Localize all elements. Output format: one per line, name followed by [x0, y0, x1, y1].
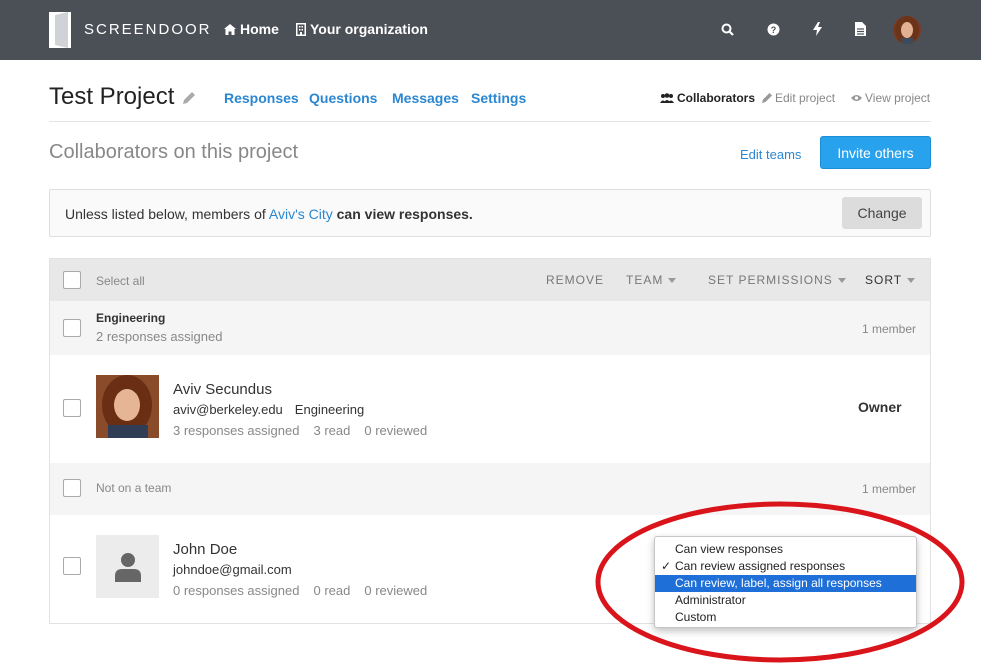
team-member-count: 1 member — [861, 322, 916, 336]
member-assigned: 3 responses assigned — [173, 423, 300, 438]
tab-settings[interactable]: Settings — [471, 90, 526, 106]
member-checkbox[interactable] — [63, 399, 81, 417]
default-avatar — [96, 535, 159, 598]
team-member-count: 1 member — [861, 482, 916, 496]
nav-home-link[interactable]: Home — [224, 21, 279, 37]
team-name: Engineering — [96, 311, 166, 325]
member-stats: 3 responses assigned 3 read 0 reviewed — [173, 423, 427, 438]
help-icon[interactable]: ? — [765, 20, 781, 38]
edit-title-pencil-icon[interactable] — [183, 92, 195, 104]
nav-organization-link[interactable]: Your organization — [296, 21, 428, 37]
change-button[interactable]: Change — [842, 197, 922, 229]
team-group-none: Not on a team 1 member — [50, 463, 930, 515]
edit-teams-link[interactable]: Edit teams — [740, 147, 801, 162]
chevron-down-icon — [907, 277, 916, 283]
remove-button[interactable]: REMOVE — [546, 273, 604, 287]
select-all-label[interactable]: Select all — [96, 274, 145, 288]
permissions-dropdown-menu: Can view responses ✓ Can review assigned … — [654, 536, 917, 628]
member-read: 3 read — [313, 423, 351, 438]
member-name: Aviv Secundus — [173, 381, 272, 398]
svg-text:?: ? — [770, 25, 776, 35]
member-stats: 0 responses assigned 0 read 0 reviewed — [173, 583, 427, 598]
edit-project-link[interactable]: Edit project — [762, 91, 835, 105]
member-email: johndoe@gmail.com — [173, 562, 292, 577]
member-reviewed: 0 reviewed — [364, 423, 428, 438]
home-icon — [224, 23, 236, 35]
project-title: Test Project — [49, 83, 175, 110]
header-divider — [49, 121, 931, 122]
screendoor-logo-icon[interactable] — [49, 12, 71, 48]
member-email: aviv@berkeley.edu — [173, 402, 283, 417]
remove-label: REMOVE — [546, 273, 605, 287]
tab-responses[interactable]: Responses — [224, 90, 299, 106]
tab-messages[interactable]: Messages — [392, 90, 459, 106]
team-group-engineering: Engineering 2 responses assigned 1 membe… — [50, 301, 930, 355]
default-permissions-notice: Unless listed below, members of Aviv's C… — [49, 189, 931, 237]
view-project-link[interactable]: View project — [851, 91, 930, 105]
collaborators-label: Collaborators — [677, 91, 756, 105]
organization-link[interactable]: Aviv's City — [269, 206, 333, 222]
permission-option-review-all[interactable]: Can review, label, assign all responses — [655, 575, 916, 592]
table-header: Select all REMOVE TEAM SET PERMISSIONS S… — [50, 259, 930, 301]
logo-text[interactable]: SCREENDOOR — [84, 21, 212, 38]
bolt-icon[interactable] — [809, 20, 825, 38]
search-icon[interactable] — [719, 20, 735, 38]
option-label: Can view responses — [675, 542, 784, 556]
set-permissions-label: SET PERMISSIONS — [708, 273, 833, 287]
section-title: Collaborators on this project — [49, 141, 299, 163]
member-reviewed: 0 reviewed — [364, 583, 428, 598]
checkmark-icon: ✓ — [661, 559, 672, 573]
notice-suffix: can view responses. — [332, 206, 473, 222]
person-icon — [114, 552, 141, 582]
notice-text: Unless listed below, members of Aviv's C… — [65, 206, 473, 222]
chevron-down-icon — [837, 277, 846, 283]
table-row: Aviv Secundus aviv@berkeley.edu Engineeri… — [50, 355, 930, 463]
permission-option-administrator[interactable]: Administrator — [655, 592, 916, 609]
team-checkbox[interactable] — [63, 319, 81, 337]
option-label: Administrator — [675, 593, 746, 607]
team-responses-assigned: 2 responses assigned — [96, 329, 223, 344]
tab-questions[interactable]: Questions — [309, 90, 377, 106]
building-icon — [296, 22, 306, 36]
document-icon[interactable] — [852, 20, 868, 38]
member-name: John Doe — [173, 541, 238, 558]
view-project-label: View project — [865, 91, 931, 105]
eye-icon — [851, 95, 862, 101]
member-photo — [96, 375, 159, 438]
option-label: Can review assigned responses — [675, 559, 846, 573]
option-label: Custom — [675, 610, 717, 624]
user-avatar[interactable] — [893, 16, 921, 44]
pencil-icon — [762, 93, 772, 103]
sort-dropdown[interactable]: SORT — [865, 273, 916, 287]
chevron-down-icon — [668, 277, 677, 283]
team-label: TEAM — [626, 273, 664, 287]
team-dropdown[interactable]: TEAM — [626, 273, 677, 287]
nav-organization-label: Your organization — [310, 21, 428, 37]
edit-project-label: Edit project — [775, 91, 836, 105]
set-permissions-dropdown[interactable]: SET PERMISSIONS — [708, 273, 846, 287]
member-role: Owner — [858, 399, 902, 415]
permission-option-custom[interactable]: Custom — [655, 609, 916, 626]
top-navbar: SCREENDOOR Home Your organization ? — [0, 0, 981, 60]
collaborators-link[interactable]: Collaborators — [660, 91, 755, 105]
member-team: Engineering — [294, 402, 365, 417]
select-all-checkbox[interactable] — [63, 271, 81, 289]
invite-others-button[interactable]: Invite others — [820, 136, 931, 169]
team-name: Not on a team — [96, 481, 172, 495]
permission-option-view[interactable]: Can view responses — [655, 541, 916, 558]
notice-prefix: Unless listed below, members of — [65, 206, 269, 222]
users-icon — [660, 93, 674, 103]
member-checkbox[interactable] — [63, 557, 81, 575]
permission-option-review-assigned[interactable]: ✓ Can review assigned responses — [655, 558, 916, 575]
option-label: Can review, label, assign all responses — [675, 576, 882, 590]
sort-label: SORT — [865, 273, 903, 287]
member-details: aviv@berkeley.edu Engineering — [173, 402, 364, 417]
team-checkbox[interactable] — [63, 479, 81, 497]
member-assigned: 0 responses assigned — [173, 583, 300, 598]
nav-home-label: Home — [240, 21, 279, 37]
member-read: 0 read — [313, 583, 351, 598]
